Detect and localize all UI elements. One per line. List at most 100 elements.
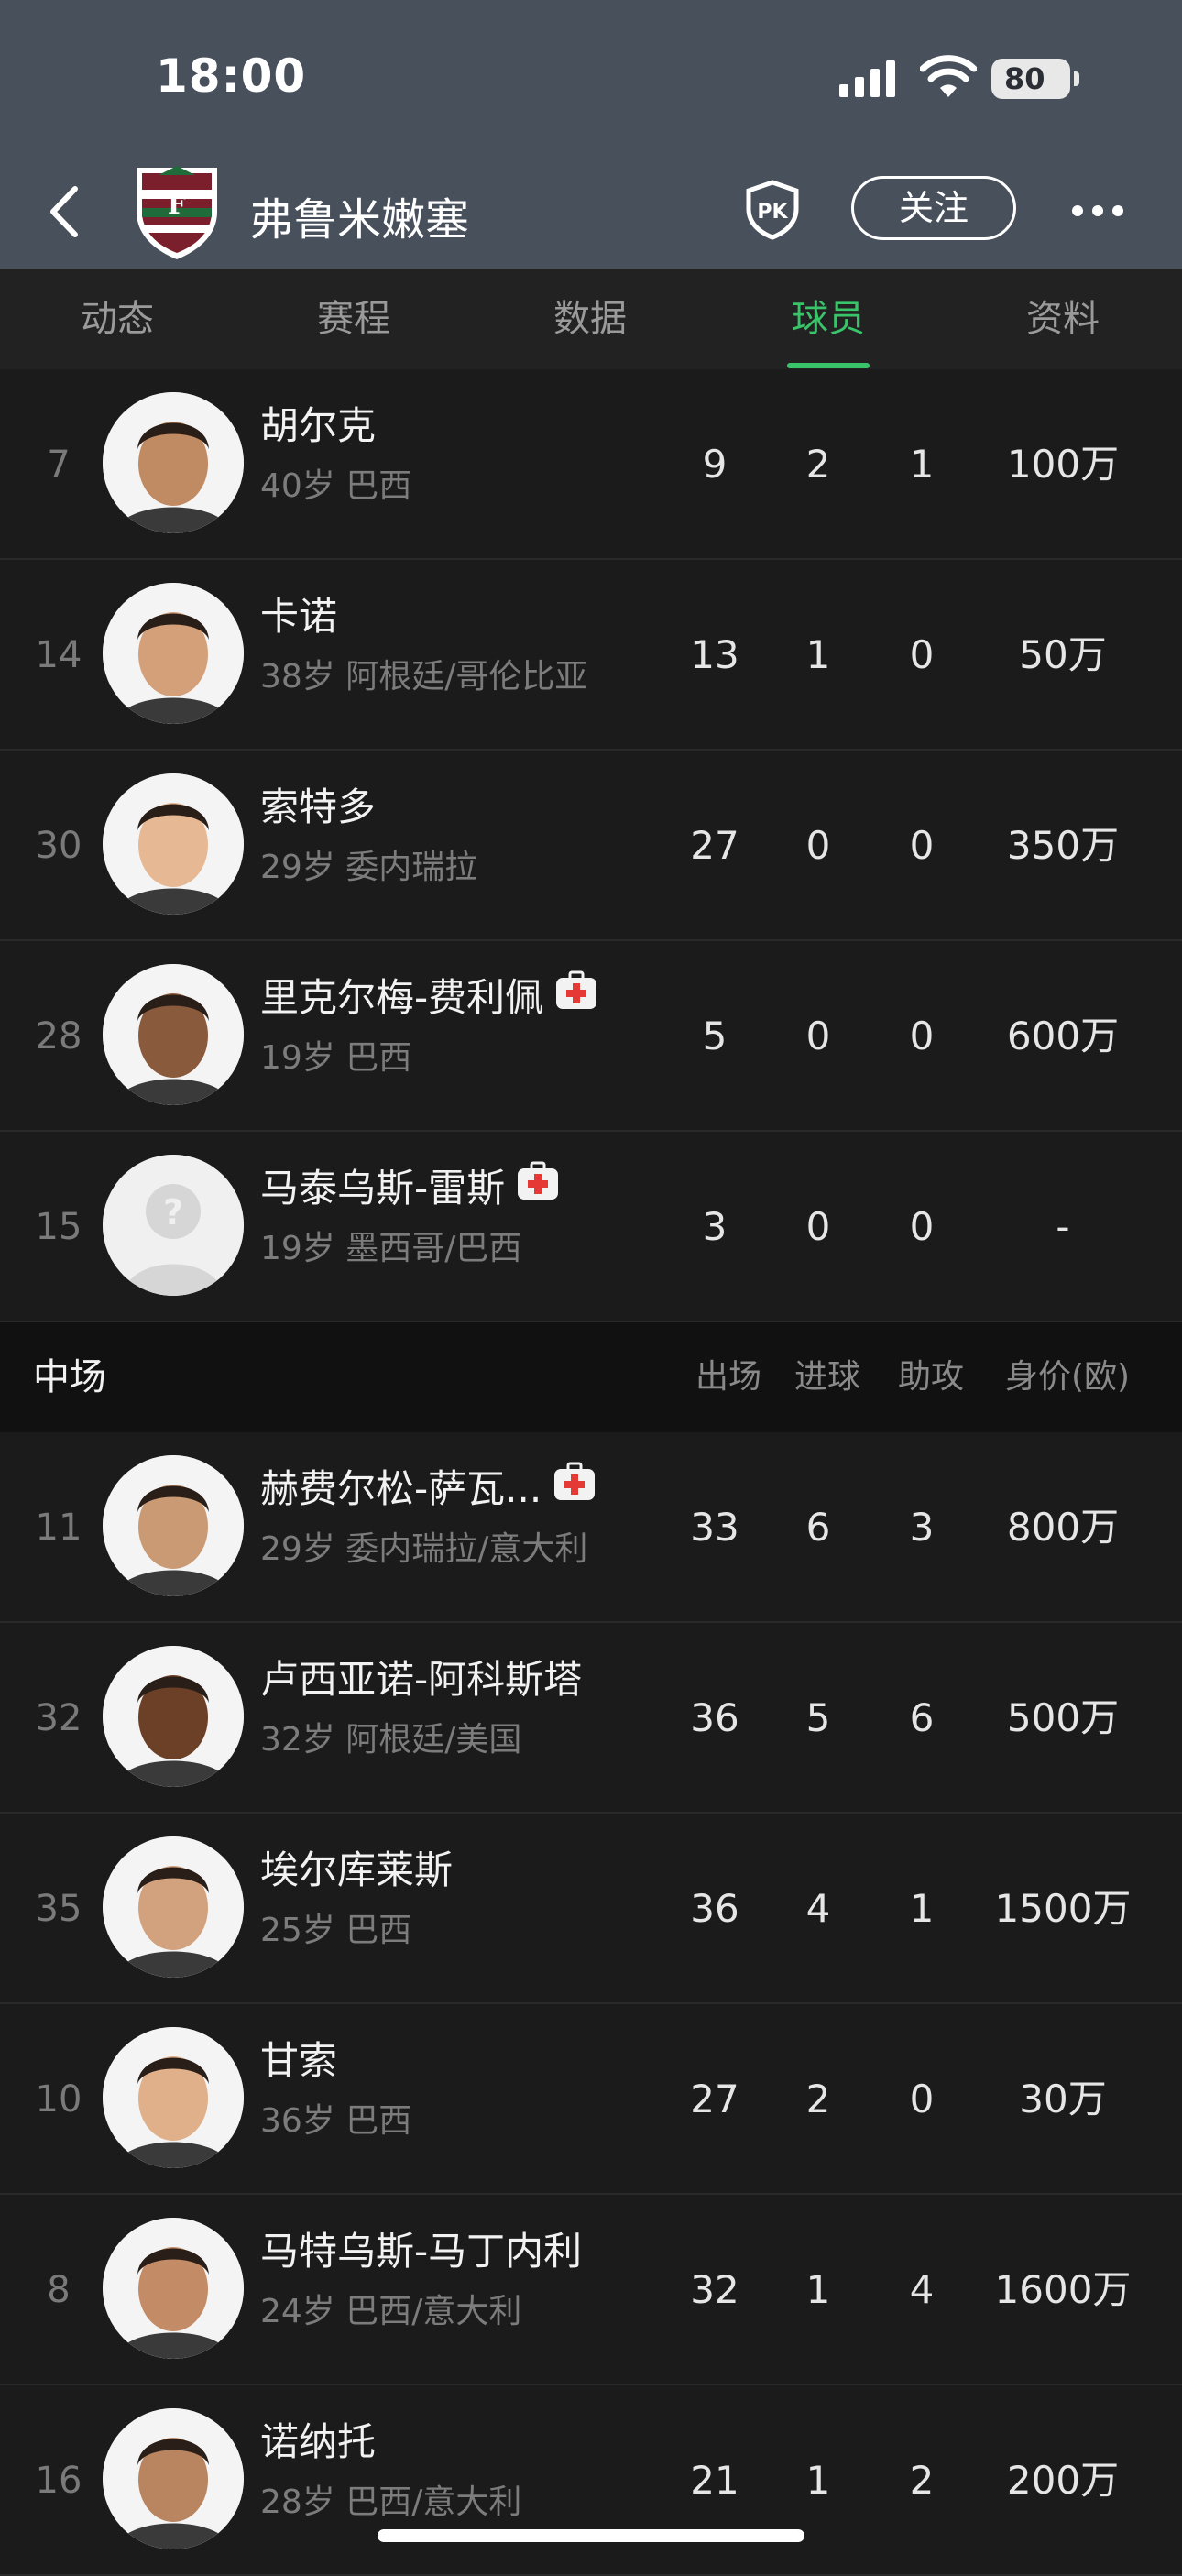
follow-button[interactable]: 关注 bbox=[851, 176, 1016, 240]
stat-goals: 4 bbox=[805, 1886, 831, 1931]
player-row[interactable]: 28 里克尔梅-费利佩 19岁 巴西 5 0 0 600万 bbox=[0, 941, 1182, 1132]
jersey-number: 11 bbox=[35, 1507, 82, 1549]
jersey-number: 30 bbox=[35, 825, 82, 867]
injury-medical-kit-icon bbox=[518, 1161, 558, 1200]
stat-appearances: 36 bbox=[690, 1886, 739, 1931]
header-value: 身价(欧) bbox=[1004, 1358, 1131, 1396]
stat-market-value: 350万 bbox=[1006, 823, 1120, 868]
player-age-nationality: 19岁 巴西 bbox=[260, 1039, 412, 1077]
svg-text:?: ? bbox=[163, 1192, 183, 1233]
stat-goals: 0 bbox=[805, 823, 831, 868]
header-apps: 出场 bbox=[695, 1358, 761, 1396]
app-header: 18:00 80 F 弗鲁米嫩塞 PK 关注 bbox=[0, 0, 1182, 269]
player-name: 索特多 bbox=[260, 784, 377, 829]
tab-players[interactable]: 球员 bbox=[737, 269, 920, 369]
player-name: 赫费尔松-萨瓦... bbox=[260, 1466, 542, 1511]
player-avatar bbox=[103, 773, 244, 915]
forwards-group: 7 胡尔克 40岁 巴西 9 2 1 100万 14 卡诺 38岁 阿根廷/哥伦… bbox=[0, 369, 1182, 1322]
stat-market-value: 200万 bbox=[1006, 2458, 1120, 2503]
player-avatar bbox=[103, 2218, 244, 2359]
player-row[interactable]: 30 索特多 29岁 委内瑞拉 27 0 0 350万 bbox=[0, 751, 1182, 941]
player-avatar bbox=[103, 2027, 244, 2168]
jersey-number: 14 bbox=[35, 634, 82, 676]
section-title: 中场 bbox=[33, 1356, 106, 1398]
team-name-title: 弗鲁米嫩塞 bbox=[249, 194, 470, 246]
jersey-number: 10 bbox=[35, 2078, 82, 2121]
player-name: 甘索 bbox=[260, 2038, 338, 2083]
stat-market-value: 100万 bbox=[1006, 442, 1120, 487]
stat-goals: 1 bbox=[805, 2458, 831, 2503]
jersey-number: 16 bbox=[35, 2460, 82, 2502]
player-avatar bbox=[103, 1646, 244, 1787]
stat-appearances: 5 bbox=[702, 1014, 728, 1058]
stat-assists: 0 bbox=[909, 1204, 935, 1249]
player-avatar bbox=[103, 964, 244, 1105]
tab-stats[interactable]: 数据 bbox=[498, 269, 682, 369]
stat-appearances: 21 bbox=[690, 2458, 739, 2503]
player-avatar bbox=[103, 1455, 244, 1596]
player-age-nationality: 36岁 巴西 bbox=[260, 2102, 412, 2140]
tab-info[interactable]: 资料 bbox=[971, 269, 1155, 369]
tab-schedule[interactable]: 赛程 bbox=[262, 269, 445, 369]
player-row[interactable]: 7 胡尔克 40岁 巴西 9 2 1 100万 bbox=[0, 369, 1182, 560]
stat-goals: 1 bbox=[805, 2267, 831, 2312]
stat-assists: 4 bbox=[909, 2267, 935, 2312]
player-name: 埃尔库莱斯 bbox=[260, 1847, 454, 1892]
stat-market-value: 50万 bbox=[1019, 632, 1107, 677]
player-name: 诺纳托 bbox=[260, 2419, 377, 2464]
player-age-nationality: 38岁 阿根廷/哥伦比亚 bbox=[260, 658, 588, 696]
back-arrow-icon[interactable] bbox=[40, 180, 95, 244]
player-age-nationality: 25岁 巴西 bbox=[260, 1912, 412, 1949]
player-row[interactable]: 11 赫费尔松-萨瓦... 29岁 委内瑞拉/意大利 33 6 3 800万 bbox=[0, 1432, 1182, 1623]
player-name: 卡诺 bbox=[260, 594, 338, 639]
stat-assists: 0 bbox=[909, 2077, 935, 2121]
player-age-nationality: 29岁 委内瑞拉 bbox=[260, 849, 478, 886]
tab-feed[interactable]: 动态 bbox=[26, 269, 209, 369]
cellular-signal-icon bbox=[839, 60, 895, 97]
stat-market-value: 600万 bbox=[1006, 1014, 1120, 1058]
player-row[interactable]: 14 卡诺 38岁 阿根廷/哥伦比亚 13 1 0 50万 bbox=[0, 560, 1182, 751]
player-age-nationality: 29岁 委内瑞拉/意大利 bbox=[260, 1530, 588, 1568]
status-bar: 18:00 80 bbox=[0, 0, 1182, 156]
stat-assists: 1 bbox=[909, 1886, 935, 1931]
stat-appearances: 32 bbox=[690, 2267, 739, 2312]
stat-assists: 0 bbox=[909, 632, 935, 677]
jersey-number: 7 bbox=[47, 444, 71, 486]
player-avatar: ? bbox=[103, 1155, 244, 1296]
stat-market-value: 800万 bbox=[1006, 1505, 1120, 1550]
player-age-nationality: 40岁 巴西 bbox=[260, 467, 412, 505]
player-row[interactable]: 8 马特乌斯-马丁内利 24岁 巴西/意大利 32 1 4 1600万 bbox=[0, 2195, 1182, 2385]
more-options-icon[interactable] bbox=[1070, 192, 1125, 229]
player-row[interactable]: 10 甘索 36岁 巴西 27 2 0 30万 bbox=[0, 2004, 1182, 2195]
jersey-number: 32 bbox=[35, 1697, 82, 1739]
injury-medical-kit-icon bbox=[554, 1462, 595, 1500]
stat-market-value: 1500万 bbox=[994, 1886, 1132, 1931]
header-assists: 助攻 bbox=[897, 1358, 964, 1396]
nav-bar: F 弗鲁米嫩塞 PK 关注 bbox=[0, 156, 1182, 269]
stat-appearances: 33 bbox=[690, 1505, 739, 1550]
pk-compare-icon[interactable]: PK bbox=[744, 180, 801, 240]
player-row[interactable]: 15 ? 马泰乌斯-雷斯 19岁 墨西哥/巴西 3 0 0 - bbox=[0, 1132, 1182, 1322]
player-name: 卢西亚诺-阿科斯塔 bbox=[260, 1657, 583, 1702]
stat-appearances: 3 bbox=[702, 1204, 728, 1249]
midfielders-group: 11 赫费尔松-萨瓦... 29岁 委内瑞拉/意大利 33 6 3 800万 3… bbox=[0, 1432, 1182, 2576]
stat-market-value: - bbox=[1056, 1204, 1070, 1249]
stat-appearances: 9 bbox=[702, 442, 728, 487]
stat-appearances: 27 bbox=[690, 2077, 739, 2121]
stat-assists: 3 bbox=[909, 1505, 935, 1550]
stat-goals: 6 bbox=[805, 1505, 831, 1550]
battery-indicator: 80 bbox=[991, 59, 1079, 99]
stat-assists: 1 bbox=[909, 442, 935, 487]
stat-goals: 2 bbox=[805, 2077, 831, 2121]
player-row[interactable]: 32 卢西亚诺-阿科斯塔 32岁 阿根廷/美国 36 5 6 500万 bbox=[0, 1623, 1182, 1814]
stat-appearances: 13 bbox=[690, 632, 739, 677]
home-indicator bbox=[378, 2529, 804, 2542]
team-crest-logo: F bbox=[137, 166, 217, 259]
wifi-icon bbox=[920, 55, 977, 97]
stat-market-value: 1600万 bbox=[994, 2267, 1132, 2312]
stat-assists: 0 bbox=[909, 823, 935, 868]
player-row[interactable]: 16 诺纳托 28岁 巴西/意大利 21 1 2 200万 bbox=[0, 2385, 1182, 2576]
player-avatar bbox=[103, 1836, 244, 1978]
player-row[interactable]: 35 埃尔库莱斯 25岁 巴西 36 4 1 1500万 bbox=[0, 1814, 1182, 2004]
svg-text:PK: PK bbox=[757, 201, 788, 224]
